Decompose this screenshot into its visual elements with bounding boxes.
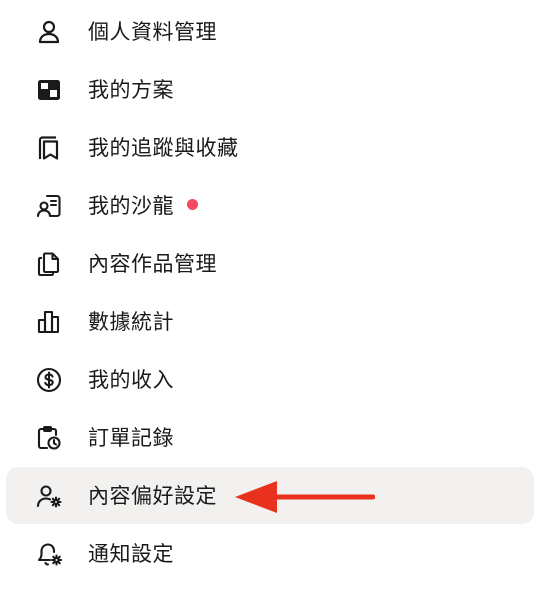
menu-item-label: 通知設定 xyxy=(88,541,174,566)
menu-item-my-plan[interactable]: 我的方案 xyxy=(6,61,534,118)
bar-chart-icon xyxy=(36,309,62,335)
menu-item-label: 我的沙龍 xyxy=(88,193,198,219)
user-gear-icon xyxy=(36,483,62,509)
menu-item-statistics[interactable]: 數據統計 xyxy=(6,293,534,350)
dollar-icon xyxy=(36,367,62,393)
menu-item-label: 個人資料管理 xyxy=(88,19,217,44)
documents-icon xyxy=(36,251,62,277)
menu-item-notification-settings[interactable]: 通知設定 xyxy=(6,525,534,582)
menu-item-profile[interactable]: 個人資料管理 xyxy=(6,3,534,60)
plan-icon xyxy=(36,77,62,103)
menu-item-content-management[interactable]: 內容作品管理 xyxy=(6,235,534,292)
menu-item-label: 我的方案 xyxy=(88,77,174,102)
menu-item-label: 我的收入 xyxy=(88,367,174,392)
notification-dot xyxy=(187,199,198,210)
menu-item-label: 數據統計 xyxy=(88,309,174,334)
menu-item-label: 我的追蹤與收藏 xyxy=(88,135,239,160)
salon-icon xyxy=(36,193,62,219)
menu-item-label: 內容偏好設定 xyxy=(88,483,217,508)
menu-item-label: 內容作品管理 xyxy=(88,251,217,276)
menu-item-order-history[interactable]: 訂單記錄 xyxy=(6,409,534,466)
bell-gear-icon xyxy=(36,541,62,567)
menu-item-my-income[interactable]: 我的收入 xyxy=(6,351,534,408)
menu-item-my-salon[interactable]: 我的沙龍 xyxy=(6,177,534,234)
annotation-arrow xyxy=(235,481,375,513)
person-icon xyxy=(36,19,62,45)
order-history-icon xyxy=(36,425,62,451)
bookmark-icon xyxy=(36,135,62,161)
menu-item-following-favorites[interactable]: 我的追蹤與收藏 xyxy=(6,119,534,176)
account-menu: 個人資料管理 我的方案 我的追蹤與收藏 我的沙龍 內容作品管理 數據統計 我的收… xyxy=(0,0,550,589)
menu-item-label: 訂單記錄 xyxy=(88,425,174,450)
